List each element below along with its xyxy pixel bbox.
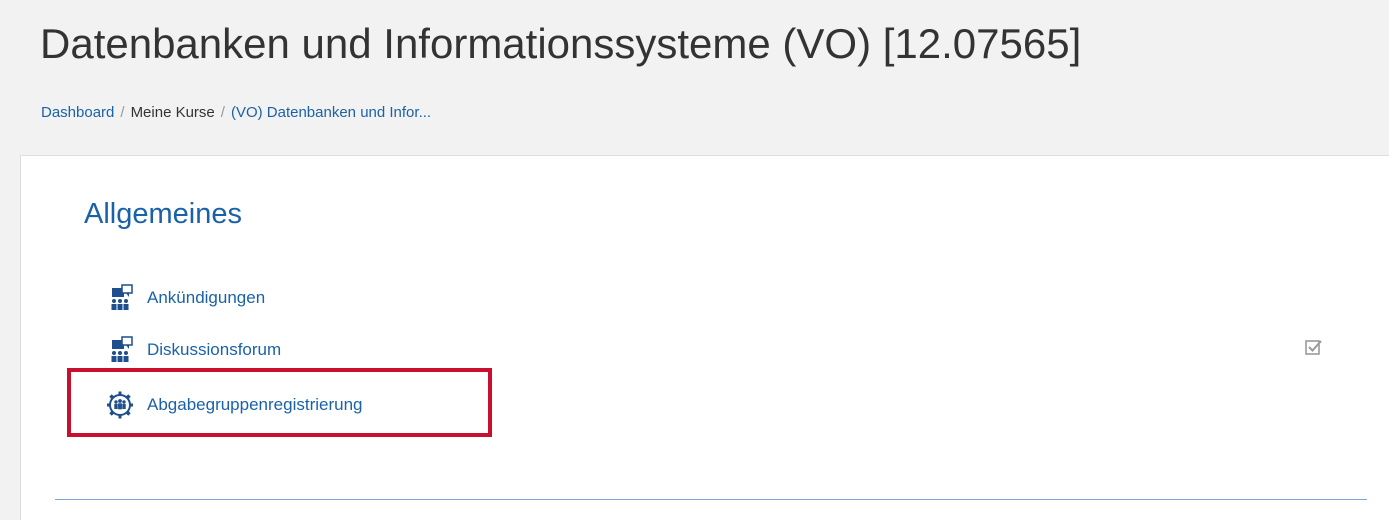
page-title: Datenbanken und Informationssysteme (VO)… [40, 20, 1082, 67]
completion-checkbox-icon[interactable] [1304, 338, 1324, 358]
activity-announcements[interactable]: Ankündigungen [105, 284, 265, 312]
forum-icon [105, 336, 135, 364]
breadcrumb-course[interactable]: (VO) Datenbanken und Infor... [231, 104, 431, 121]
breadcrumb-separator: / [220, 104, 225, 121]
activity-link-discussion-forum[interactable]: Diskussionsforum [147, 340, 281, 360]
forum-icon [105, 284, 135, 312]
section-divider [55, 499, 1367, 500]
highlight-box [67, 368, 492, 437]
course-section-card: Allgemeines Ankündigungen Diskussionsfor… [20, 155, 1389, 520]
activity-discussion-forum[interactable]: Diskussionsforum [105, 336, 281, 364]
breadcrumb: Dashboard / Meine Kurse / (VO) Datenbanken u… [41, 103, 431, 123]
breadcrumb-dashboard[interactable]: Dashboard [41, 104, 114, 121]
breadcrumb-separator: / [120, 104, 125, 121]
activity-link-announcements[interactable]: Ankündigungen [147, 288, 265, 308]
section-title: Allgemeines [84, 198, 242, 230]
breadcrumb-my-courses[interactable]: Meine Kurse [131, 104, 215, 121]
